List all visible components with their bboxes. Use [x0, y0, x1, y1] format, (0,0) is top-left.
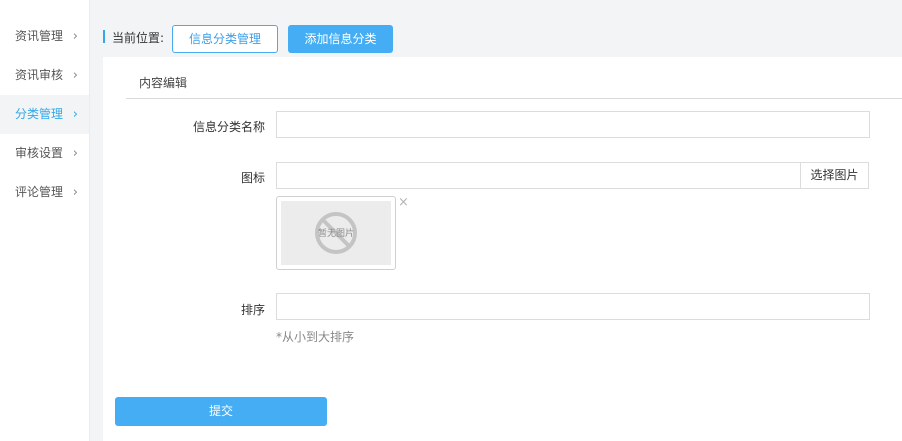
chevron-right-icon: ›: [72, 185, 78, 200]
sidebar-item-label: 资讯管理: [15, 29, 64, 43]
icon-path-input[interactable]: [276, 162, 801, 189]
category-name-input[interactable]: [276, 111, 870, 138]
breadcrumb-marker: [103, 30, 105, 43]
breadcrumb-label: 当前位置:: [112, 31, 165, 45]
chevron-right-icon: ›: [72, 146, 78, 161]
section-title: 内容编辑: [139, 76, 188, 90]
chevron-right-icon: ›: [72, 107, 78, 122]
app-window: 资讯管理 › 资讯审核 › 分类管理 › 审核设置 › 评论管理 › 当前位置:…: [0, 0, 902, 441]
sidebar-item-comment-management[interactable]: 评论管理 ›: [0, 173, 89, 212]
chevron-right-icon: ›: [72, 68, 78, 83]
icon-label: 图标: [240, 171, 265, 185]
sidebar-list: 资讯管理 › 资讯审核 › 分类管理 › 审核设置 › 评论管理 ›: [0, 0, 89, 212]
sidebar-item-category-management[interactable]: 分类管理 ›: [0, 95, 89, 134]
select-image-button[interactable]: 选择图片: [800, 162, 869, 189]
sidebar-item-news-review[interactable]: 资讯审核 ›: [0, 56, 89, 95]
sidebar: 资讯管理 › 资讯审核 › 分类管理 › 审核设置 › 评论管理 ›: [0, 0, 90, 441]
order-hint: *从小到大排序: [276, 330, 355, 344]
sidebar-item-label: 审核设置: [15, 146, 64, 160]
main-area: 当前位置: 信息分类管理 添加信息分类 内容编辑 信息分类名称 图标 选择图片 …: [90, 0, 902, 441]
sort-order-input[interactable]: [276, 293, 870, 320]
sidebar-item-label: 资讯审核: [15, 68, 64, 82]
order-label: 排序: [240, 303, 265, 317]
image-preview: 暂无图片: [276, 196, 396, 270]
name-label: 信息分类名称: [192, 120, 265, 134]
sidebar-item-review-settings[interactable]: 审核设置 ›: [0, 134, 89, 173]
category-list-button[interactable]: 信息分类管理: [172, 25, 278, 53]
image-placeholder: 暂无图片: [281, 201, 391, 265]
sidebar-item-label: 分类管理: [15, 107, 64, 121]
section-header: 内容编辑: [126, 57, 902, 99]
no-image-text: 暂无图片: [317, 229, 354, 239]
breadcrumb: 当前位置: 信息分类管理 添加信息分类: [90, 0, 902, 57]
form-panel: 内容编辑 信息分类名称 图标 选择图片 暂无图片 × 排序 *从小到大排序 提交: [103, 57, 902, 441]
close-icon[interactable]: ×: [398, 196, 409, 209]
sidebar-item-news-management[interactable]: 资讯管理 ›: [0, 17, 89, 56]
sidebar-item-label: 评论管理: [15, 185, 64, 199]
add-category-button[interactable]: 添加信息分类: [288, 25, 393, 53]
chevron-right-icon: ›: [72, 29, 78, 44]
submit-button[interactable]: 提交: [115, 397, 327, 426]
